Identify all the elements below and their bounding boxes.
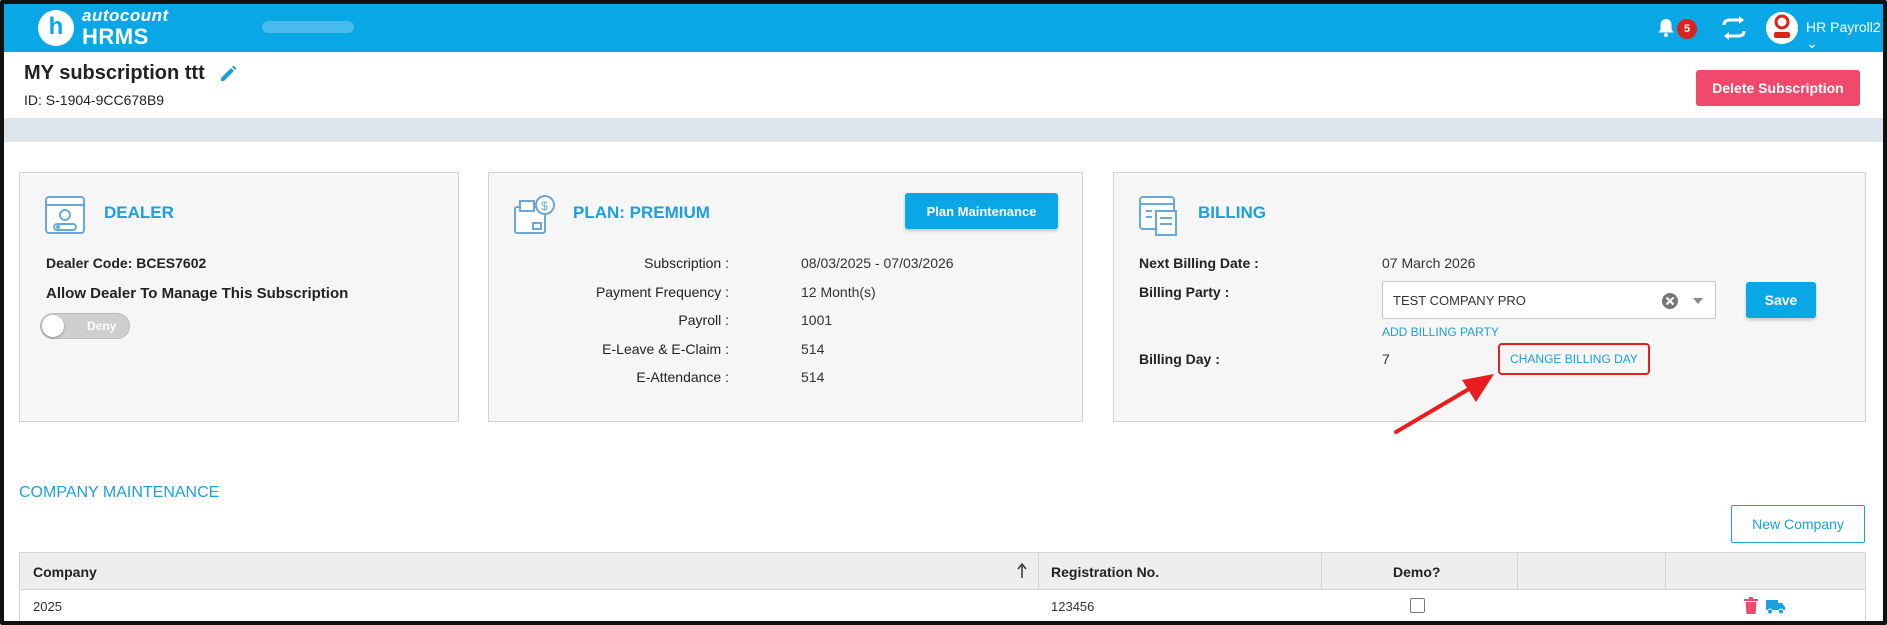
- allow-dealer-label: Allow Dealer To Manage This Subscription: [46, 285, 349, 302]
- next-billing-label: Next Billing Date :: [1139, 255, 1259, 271]
- top-navbar: h autocount HRMS 5 HR Payroll2 ⌄: [4, 4, 1883, 52]
- add-billing-party-link[interactable]: ADD BILLING PARTY: [1382, 325, 1499, 339]
- billing-party-select[interactable]: TEST COMPANY PRO: [1382, 281, 1716, 319]
- clear-selection-icon[interactable]: [1661, 292, 1679, 310]
- section-divider: [4, 118, 1883, 142]
- payment-frequency-label: Payment Frequency :: [595, 284, 729, 300]
- user-menu[interactable]: HR Payroll2 ⌄: [1806, 19, 1883, 52]
- billing-day-label: Billing Day :: [1139, 351, 1220, 367]
- cell-registration: 123456: [1051, 599, 1095, 614]
- brand-bottom-text: HRMS: [82, 24, 149, 49]
- subscription-value: 08/03/2025 - 07/03/2026: [801, 255, 954, 271]
- table-row[interactable]: 2025 123456: [19, 590, 1866, 624]
- plan-card: $ PLAN: PREMIUM Plan Maintenance Subscri…: [488, 172, 1083, 422]
- grid-header: Company Registration No. Demo?: [19, 552, 1866, 591]
- column-separator: [1665, 553, 1666, 591]
- sync-icon[interactable]: [1719, 14, 1749, 42]
- next-billing-value: 07 March 2026: [1382, 255, 1476, 271]
- chevron-down-icon[interactable]: [1692, 296, 1704, 306]
- logo-icon[interactable]: h: [38, 10, 74, 46]
- change-billing-day-link[interactable]: CHANGE BILLING DAY: [1498, 343, 1650, 375]
- new-company-button[interactable]: New Company: [1731, 505, 1865, 543]
- eattendance-value: 514: [801, 369, 825, 385]
- delete-subscription-button[interactable]: Delete Subscription: [1696, 70, 1860, 106]
- column-separator: [1517, 553, 1518, 591]
- company-grid: Company Registration No. Demo? 2025 1234…: [19, 552, 1866, 624]
- eleave-eclaim-label: E-Leave & E-Claim :: [602, 341, 729, 357]
- cell-company: 2025: [33, 599, 62, 614]
- billing-day-value: 7: [1382, 351, 1390, 367]
- page-title: MY subscription ttt: [24, 62, 205, 84]
- notification-badge: 5: [1677, 19, 1697, 39]
- toggle-knob: [42, 315, 64, 337]
- payroll-value: 1001: [801, 312, 833, 328]
- billing-party-value: TEST COMPANY PRO: [1393, 293, 1526, 308]
- eleave-eclaim-value: 514: [801, 341, 825, 357]
- save-button[interactable]: Save: [1746, 282, 1816, 318]
- company-maintenance-title: COMPANY MAINTENANCE: [19, 484, 220, 501]
- payment-frequency-value: 12 Month(s): [801, 284, 876, 300]
- column-header-demo[interactable]: Demo?: [1393, 564, 1440, 580]
- blurred-breadcrumb: [262, 21, 354, 33]
- plan-title: PLAN: PREMIUM: [573, 203, 710, 222]
- truck-icon[interactable]: [1766, 597, 1786, 615]
- user-avatar[interactable]: [1766, 12, 1798, 44]
- pencil-edit-icon[interactable]: [218, 64, 238, 84]
- billing-title: BILLING: [1198, 203, 1266, 222]
- payroll-label: Payroll :: [678, 312, 729, 328]
- column-header-company[interactable]: Company: [33, 564, 97, 580]
- subscription-label: Subscription :: [644, 255, 729, 271]
- column-header-registration[interactable]: Registration No.: [1051, 564, 1159, 580]
- bell-icon[interactable]: [1654, 16, 1678, 40]
- plan-maintenance-button[interactable]: Plan Maintenance: [905, 193, 1058, 229]
- demo-checkbox[interactable]: [1410, 598, 1425, 613]
- dealer-folder-icon: [45, 196, 85, 234]
- svg-text:$: $: [541, 199, 548, 213]
- eattendance-label: E-Attendance :: [636, 369, 729, 385]
- allow-dealer-toggle[interactable]: Deny: [40, 313, 130, 339]
- column-separator: [1038, 553, 1039, 591]
- brand-top-text: autocount: [82, 6, 169, 25]
- dealer-title: DEALER: [104, 203, 174, 222]
- subscription-id: ID: S-1904-9CC678B9: [24, 92, 165, 108]
- dealer-code: Dealer Code: BCES7602: [46, 255, 207, 271]
- billing-invoice-icon: [1139, 196, 1177, 236]
- toggle-text: Deny: [87, 319, 117, 333]
- user-name-label: HR Payroll2: [1806, 19, 1881, 35]
- dealer-card: DEALER Dealer Code: BCES7602 Allow Deale…: [19, 172, 459, 422]
- plan-payment-icon: $: [514, 195, 555, 234]
- sort-ascending-icon[interactable]: [1017, 563, 1027, 579]
- trash-icon[interactable]: [1743, 597, 1759, 615]
- annotation-arrow-icon: [1394, 374, 1494, 434]
- column-separator: [1321, 553, 1322, 591]
- billing-party-label: Billing Party :: [1139, 284, 1230, 300]
